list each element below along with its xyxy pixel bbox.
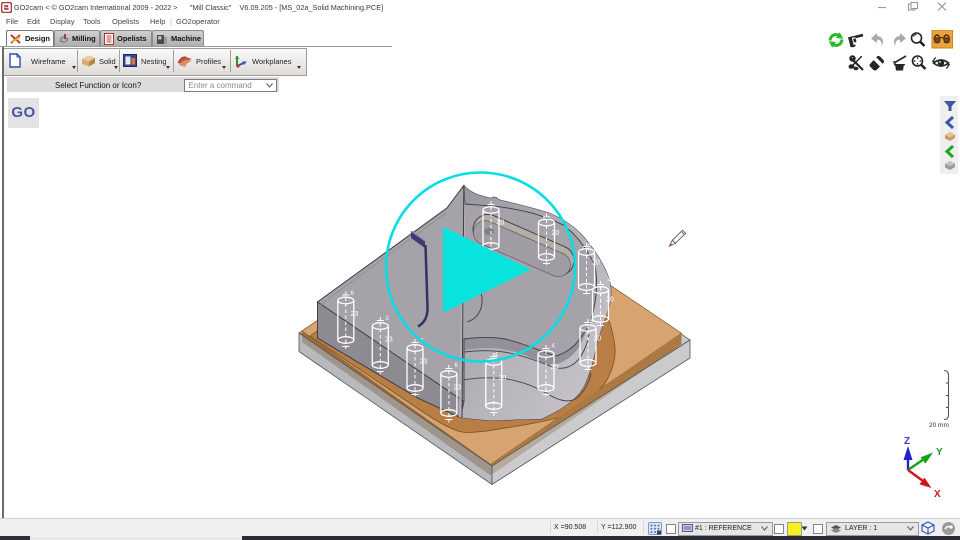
svg-text:Z: Z bbox=[904, 436, 910, 447]
svg-text:20: 20 bbox=[497, 220, 505, 227]
svg-text:20: 20 bbox=[592, 260, 600, 267]
svg-text:Y: Y bbox=[936, 447, 943, 458]
svg-text:20: 20 bbox=[594, 336, 602, 343]
svg-text:20: 20 bbox=[551, 364, 559, 371]
svg-text:4: 4 bbox=[608, 278, 612, 284]
svg-text:20 mm: 20 mm bbox=[929, 422, 949, 429]
svg-text:X: X bbox=[934, 489, 941, 500]
svg-text:20: 20 bbox=[606, 297, 614, 304]
svg-text:4: 4 bbox=[544, 174, 548, 180]
svg-text:23: 23 bbox=[454, 385, 462, 392]
svg-text:23: 23 bbox=[351, 311, 359, 318]
svg-text:23: 23 bbox=[385, 337, 393, 344]
svg-text:23: 23 bbox=[420, 359, 428, 366]
svg-text:20: 20 bbox=[552, 230, 560, 237]
svg-text:20: 20 bbox=[499, 375, 507, 382]
